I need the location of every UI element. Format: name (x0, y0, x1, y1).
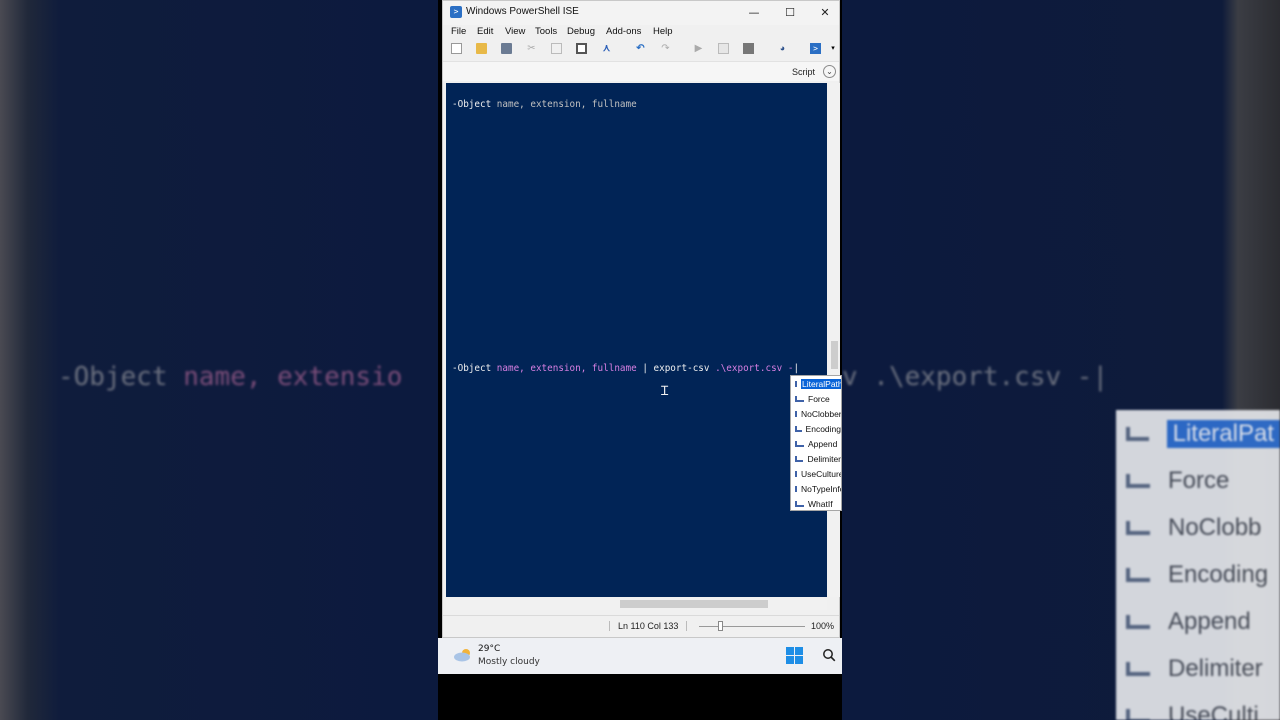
menu-bar: File Edit View Tools Debug Add-ons Help (443, 25, 839, 40)
parameter-icon (795, 410, 797, 417)
chevron-down-icon[interactable]: ⌄ (823, 65, 836, 78)
cut-icon[interactable]: ✂ (526, 43, 537, 54)
menu-view[interactable]: View (505, 26, 525, 37)
taskbar: 29°C Mostly cloudy (438, 638, 842, 674)
script-label: Script (792, 67, 816, 77)
blurred-menu-item: Append (1116, 598, 1280, 645)
copy-icon[interactable] (551, 43, 562, 54)
intellisense-item[interactable]: LiteralPath (791, 376, 841, 391)
parameter-icon (795, 380, 797, 387)
close-button[interactable]: ✕ (810, 3, 840, 23)
intellisense-item[interactable]: WhatIf (791, 496, 841, 510)
intellisense-item[interactable]: Encoding (791, 421, 841, 436)
intellisense-item[interactable]: UseCulture (791, 466, 841, 481)
paste-icon[interactable] (576, 43, 587, 54)
menu-edit[interactable]: Edit (477, 26, 493, 37)
new-icon[interactable] (451, 43, 462, 54)
powershell-ise-window: > Windows PowerShell ISE — ☐ ✕ File Edit… (442, 0, 840, 638)
undo-icon[interactable]: ↶ (635, 43, 646, 54)
toolbar: ✂ ⋏ ↶ ↷ ▶ ◕ > ▾ (443, 41, 839, 58)
weather-condition[interactable]: Mostly cloudy (478, 657, 540, 667)
parameter-icon (795, 485, 797, 492)
text-cursor-icon: Ɪ (661, 384, 669, 399)
menu-tools[interactable]: Tools (535, 26, 557, 37)
windows-start-icon[interactable] (786, 647, 803, 664)
blurred-autocomplete: LiteralPat Force NoClobb Encoding Append… (1116, 410, 1280, 720)
menu-help[interactable]: Help (653, 26, 673, 37)
cloudy-weather-icon[interactable] (453, 648, 473, 662)
title-bar[interactable]: > Windows PowerShell ISE — ☐ ✕ (443, 1, 839, 25)
toolbar-overflow-icon[interactable]: ▾ (830, 43, 836, 54)
stop-icon[interactable] (743, 43, 754, 54)
parameter-icon (795, 395, 804, 402)
blurred-code-left: -Object name, extensio (58, 362, 403, 392)
run-selection-icon[interactable] (718, 43, 729, 54)
blurred-menu-item: Force (1116, 457, 1280, 504)
intellisense-item[interactable]: NoTypeInformation (791, 481, 841, 496)
line-column-indicator: Ln 110 Col 133 (609, 621, 688, 631)
blurred-menu-item: LiteralPat (1116, 410, 1280, 457)
screen: > Windows PowerShell ISE — ☐ ✕ File Edit… (438, 0, 842, 720)
redo-icon[interactable]: ↷ (660, 43, 671, 54)
blurred-menu-item: UseCulti (1116, 692, 1280, 720)
intellisense-item[interactable]: Force (791, 391, 841, 406)
horizontal-scroll-thumb[interactable] (620, 600, 768, 608)
parameter-icon (795, 470, 797, 477)
zoom-slider-track[interactable] (699, 626, 805, 627)
intellisense-item[interactable]: NoClobber (791, 406, 841, 421)
parameter-icon (795, 455, 804, 462)
blurred-menu-item: Delimiter (1116, 645, 1280, 692)
vertical-scrollbar[interactable] (829, 83, 840, 597)
search-icon[interactable] (822, 648, 836, 662)
remote-icon[interactable]: ◕ (777, 43, 788, 54)
window-title: Windows PowerShell ISE (466, 6, 579, 17)
menu-file[interactable]: File (451, 26, 466, 37)
blurred-code-right: v .\export.csv -| (842, 362, 1109, 392)
code-line-1: -Object name, extension, fullname (452, 99, 637, 110)
script-pane-header: Script ⌄ (443, 61, 839, 81)
status-bar: Ln 110 Col 133 100% (443, 615, 839, 637)
parameter-icon (795, 500, 804, 507)
zoom-level: 100% (811, 621, 835, 631)
blurred-menu-item: Encoding (1116, 551, 1280, 598)
clear-icon[interactable]: ⋏ (601, 43, 612, 54)
run-icon[interactable]: ▶ (693, 43, 704, 54)
blurred-menu-item: NoClobb (1116, 504, 1280, 551)
minimize-button[interactable]: — (739, 3, 769, 23)
weather-temperature[interactable]: 29°C (478, 644, 500, 654)
console-icon[interactable]: > (810, 43, 821, 54)
open-icon[interactable] (476, 43, 487, 54)
menu-debug[interactable]: Debug (567, 26, 595, 37)
save-icon[interactable] (501, 43, 512, 54)
horizontal-scrollbar[interactable] (446, 598, 827, 610)
zoom-slider-thumb[interactable] (718, 621, 723, 631)
maximize-button[interactable]: ☐ (775, 3, 805, 23)
blurred-background-left (0, 0, 438, 720)
code-line-2: -Object name, extension, fullname | expo… (452, 363, 800, 374)
intellisense-item[interactable]: Append (791, 436, 841, 451)
powershell-icon: > (450, 6, 462, 18)
parameter-icon (795, 440, 804, 447)
video-frame: -Object name, extensio v .\export.csv -|… (0, 0, 1280, 720)
intellisense-list[interactable]: LiteralPath Force NoClobber Encoding App… (790, 375, 842, 511)
menu-add-ons[interactable]: Add-ons (606, 26, 641, 37)
vertical-scroll-thumb[interactable] (831, 341, 838, 369)
script-editor[interactable]: -Object name, extension, fullname -Objec… (446, 83, 827, 597)
parameter-icon (795, 425, 802, 432)
intellisense-item[interactable]: Delimiter (791, 451, 841, 466)
